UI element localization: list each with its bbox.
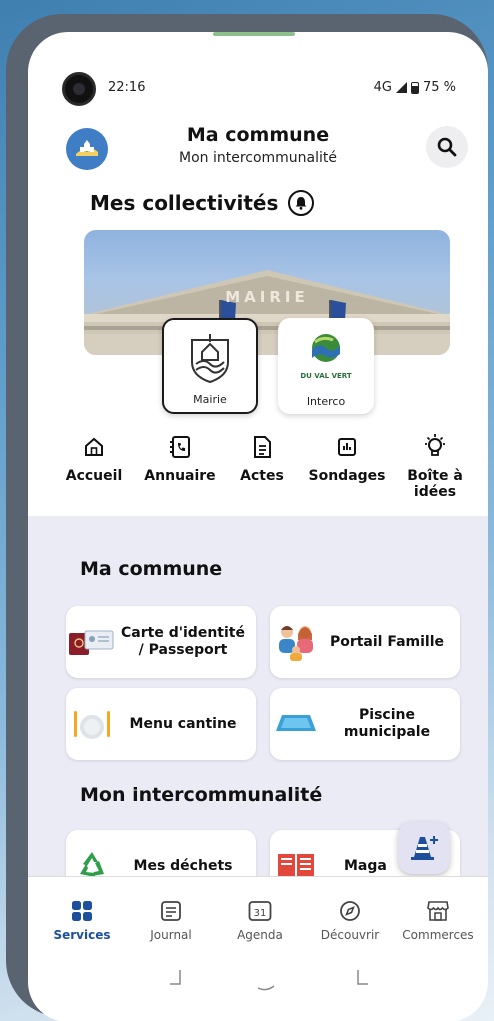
bottom-nav-decouvrir[interactable]: Découvrir: [310, 899, 390, 942]
collectivite-card-mairie[interactable]: Mairie: [162, 318, 258, 414]
quick-nav-label: Boîte à idées: [407, 468, 463, 501]
page-title: Ma commune: [186, 124, 330, 146]
recents-button[interactable]: [357, 970, 368, 985]
tile-label: Portail Famille: [329, 633, 445, 650]
bottom-nav-label: Journal: [150, 928, 192, 942]
interco-logo-icon: [312, 334, 340, 362]
town-logo-icon: [76, 140, 98, 156]
town-hall-banner: MAIRIE: [84, 230, 450, 355]
grid-icon: [42, 899, 122, 923]
journal-icon: [131, 899, 211, 923]
poll-icon: [334, 434, 360, 460]
collectivite-label: Interco: [306, 395, 346, 408]
collectivites-title: Mes collectivités: [90, 191, 279, 215]
bottom-nav-journal[interactable]: Journal: [131, 899, 211, 942]
quick-nav-accueil[interactable]: Accueil: [62, 434, 126, 484]
search-button[interactable]: [426, 126, 468, 168]
camera-icon: [62, 72, 96, 106]
id-card-icon: [66, 627, 118, 657]
calendar-day: 31: [254, 908, 267, 919]
ma-commune-heading: Ma commune: [80, 558, 223, 580]
storefront-icon: [398, 899, 478, 923]
tile-carte-identite[interactable]: Carte d'identité / Passeport: [66, 606, 256, 678]
bottom-nav-commerces[interactable]: Commerces: [398, 899, 478, 942]
tile-portail-famille[interactable]: Portail Famille: [270, 606, 460, 678]
quick-nav-boite-a-idees[interactable]: Boîte à idées: [402, 434, 468, 500]
quick-nav-label: Annuaire: [144, 468, 216, 484]
bell-icon: [295, 197, 307, 210]
bottom-nav-services[interactable]: Services: [42, 899, 122, 942]
tile-piscine-municipale[interactable]: Piscine municipale: [270, 688, 460, 760]
banner-text: MAIRIE: [225, 288, 309, 306]
quick-nav-annuaire[interactable]: Annuaire: [138, 434, 222, 484]
battery-label: 75 %: [422, 80, 456, 95]
interco-logo-text: DU VAL VERT: [300, 372, 352, 380]
tile-label: Piscine municipale: [343, 707, 431, 740]
compass-icon: [310, 899, 390, 923]
status-bar: 22:16 4G 75 %: [28, 72, 488, 112]
tile-label: Menu cantine: [129, 715, 237, 732]
speaker-bar: [213, 32, 295, 36]
tile-label: Carte d'identité / Passeport: [121, 625, 245, 658]
phone-book-icon: [167, 434, 193, 460]
bottom-nav-label: Commerces: [402, 928, 474, 942]
home-icon: [81, 434, 107, 460]
app-logo-button[interactable]: [66, 128, 108, 170]
mairie-crest-icon: [191, 334, 229, 384]
quick-nav-label: Sondages: [308, 468, 386, 484]
town-hall-pediment-image: MAIRIE: [84, 270, 450, 355]
pool-icon: [270, 713, 322, 735]
status-time: 22:16: [108, 80, 146, 95]
phone-frame: 22:16 4G 75 % Ma commune Mon intercommun…: [6, 14, 488, 1021]
document-icon: [249, 434, 275, 460]
home-button[interactable]: [257, 985, 275, 991]
lightbulb-icon: [422, 434, 448, 460]
bottom-nav-label: Services: [53, 928, 111, 942]
status-indicators: 4G 75 %: [374, 80, 456, 95]
traffic-cone-icon: [411, 836, 438, 860]
network-label: 4G: [373, 80, 392, 95]
back-button[interactable]: [170, 970, 181, 985]
collectivite-card-interco[interactable]: DU VAL VERT Interco: [278, 318, 374, 414]
quick-nav: Accueil Annuaire Actes Sondages Boîte à …: [62, 434, 472, 514]
system-nav-bar: [28, 962, 488, 1002]
plate-icon: [66, 707, 118, 741]
app-header: Ma commune Mon intercommunalité: [28, 120, 488, 180]
screen: 22:16 4G 75 % Ma commune Mon intercommun…: [28, 32, 488, 1021]
battery-icon: [410, 81, 419, 94]
bottom-nav-agenda[interactable]: 31 Agenda: [220, 899, 300, 942]
report-issue-button[interactable]: [398, 822, 450, 874]
collectivites-heading: Mes collectivités: [90, 190, 315, 216]
calendar-icon: 31: [220, 899, 300, 923]
tile-menu-cantine[interactable]: Menu cantine: [66, 688, 256, 760]
bottom-nav: Services Journal 31 Agenda Découvrir Com…: [28, 876, 488, 956]
quick-nav-label: Accueil: [65, 468, 123, 484]
page-subtitle: Mon intercommunalité: [178, 150, 338, 166]
signal-icon: [395, 82, 407, 93]
bottom-nav-label: Découvrir: [320, 928, 380, 942]
bottom-nav-label: Agenda: [237, 928, 283, 942]
quick-nav-label: Actes: [240, 468, 284, 484]
tile-label: Mes déchets: [133, 857, 233, 874]
notification-bell-button[interactable]: [288, 190, 315, 216]
quick-nav-sondages[interactable]: Sondages: [300, 434, 394, 484]
quick-nav-actes[interactable]: Actes: [232, 434, 292, 484]
search-icon: [437, 137, 457, 157]
intercommunalite-heading: Mon intercommunalité: [80, 784, 323, 806]
family-icon: [270, 622, 322, 662]
collectivite-label: Mairie: [193, 393, 227, 406]
